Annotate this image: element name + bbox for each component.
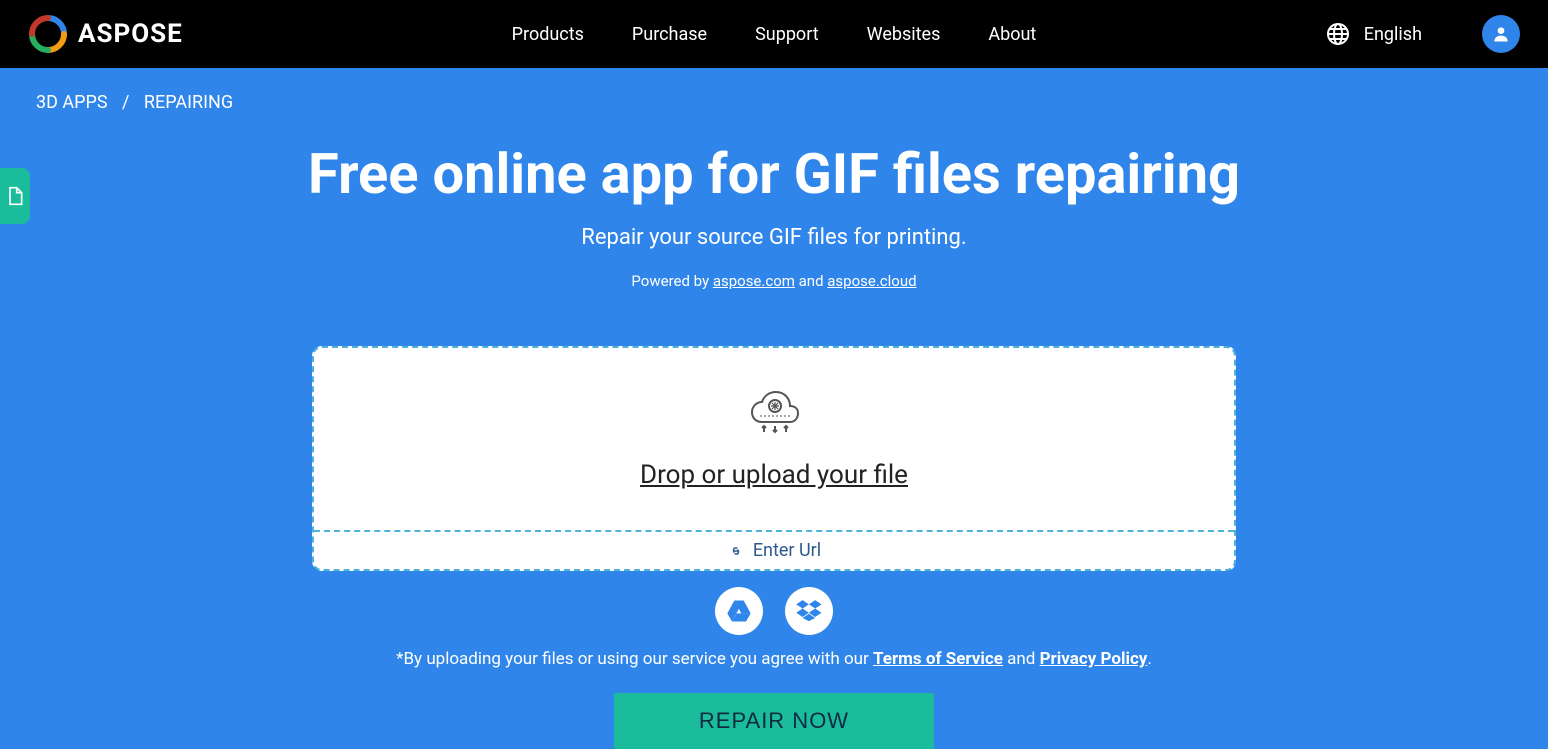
- nav-about[interactable]: About: [988, 24, 1036, 45]
- header: ASPOSE Products Purchase Support Website…: [0, 0, 1548, 68]
- main-nav: Products Purchase Support Websites About: [512, 24, 1037, 45]
- enter-url-label: Enter Url: [753, 540, 821, 561]
- powered-and: and: [795, 272, 827, 290]
- upload-box: Drop or upload your file Enter Url: [312, 346, 1236, 571]
- side-tab[interactable]: [0, 168, 30, 224]
- repair-now-button[interactable]: REPAIR NOW: [614, 693, 934, 749]
- powered-link-aspose-cloud[interactable]: aspose.cloud: [827, 272, 916, 290]
- page-title: Free online app for GIF files repairing: [0, 141, 1548, 207]
- user-icon: [1491, 24, 1511, 44]
- dropzone[interactable]: Drop or upload your file: [314, 348, 1234, 530]
- aspose-logo-icon: [28, 14, 68, 54]
- page-subtitle: Repair your source GIF files for printin…: [0, 225, 1548, 250]
- google-drive-icon: [725, 597, 753, 625]
- powered-prefix: Powered by: [631, 272, 712, 290]
- dropzone-text: Drop or upload your file: [334, 460, 1214, 490]
- powered-link-aspose-com[interactable]: aspose.com: [713, 272, 795, 290]
- dropbox-icon: [795, 597, 823, 625]
- nav-support[interactable]: Support: [755, 24, 819, 45]
- link-icon: [727, 542, 745, 560]
- nav-purchase[interactable]: Purchase: [632, 24, 707, 45]
- breadcrumb-separator: /: [122, 92, 129, 113]
- terms-suffix: .: [1147, 649, 1151, 669]
- nav-products[interactable]: Products: [512, 24, 584, 45]
- logo-text: ASPOSE: [78, 19, 183, 49]
- nav-websites[interactable]: Websites: [867, 24, 941, 45]
- breadcrumb-current: REPAIRING: [144, 92, 233, 113]
- file-icon: [5, 184, 25, 208]
- google-drive-button[interactable]: [715, 587, 763, 635]
- language-label: English: [1364, 24, 1422, 45]
- header-right: English: [1326, 15, 1520, 53]
- breadcrumb: 3D APPS / REPAIRING: [0, 68, 1548, 113]
- terms-and: and: [1003, 649, 1040, 669]
- terms-prefix: *By uploading your files or using our se…: [396, 649, 873, 669]
- language-selector[interactable]: English: [1326, 22, 1422, 46]
- logo[interactable]: ASPOSE: [28, 14, 183, 54]
- globe-icon: [1326, 22, 1350, 46]
- terms-of-service-link[interactable]: Terms of Service: [873, 649, 1003, 669]
- hero: Free online app for GIF files repairing …: [0, 113, 1548, 290]
- dropbox-button[interactable]: [785, 587, 833, 635]
- user-avatar[interactable]: [1482, 15, 1520, 53]
- cloud-upload-icon: [742, 378, 806, 442]
- breadcrumb-root[interactable]: 3D APPS: [36, 92, 108, 113]
- powered-by: Powered by aspose.com and aspose.cloud: [0, 272, 1548, 290]
- cloud-providers: [0, 587, 1548, 635]
- privacy-policy-link[interactable]: Privacy Policy: [1040, 649, 1148, 669]
- enter-url-row[interactable]: Enter Url: [314, 530, 1234, 569]
- terms-text: *By uploading your files or using our se…: [0, 649, 1548, 669]
